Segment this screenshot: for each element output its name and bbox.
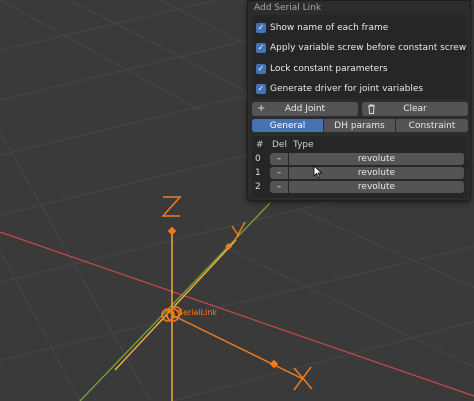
clear-button[interactable]: Clear [362, 102, 468, 116]
option-variable-screw-order[interactable]: ✓ Apply variable screw before constant s… [256, 40, 466, 56]
column-header-index: # [256, 140, 264, 150]
options-group: ✓ Show name of each frame ✓ Apply variab… [252, 15, 468, 99]
serial-link-frame[interactable]: SerialLink [114, 196, 313, 401]
option-label: Apply variable screw before constant scr… [270, 43, 467, 53]
mouse-cursor-icon [313, 165, 323, 179]
joint-type-selector[interactable]: revolute [289, 181, 464, 193]
delete-joint-button[interactable]: – [270, 153, 288, 165]
joint-table: # Del Type 0 – revolute 1 – revolute 2 –… [252, 136, 468, 198]
checkbox-checked-icon[interactable]: ✓ [256, 64, 266, 74]
row-index: 2 [255, 182, 261, 192]
tab-constraint[interactable]: Constraint [396, 119, 468, 132]
column-header-del: Del [272, 140, 287, 150]
object-name-label: SerialLink [178, 308, 217, 317]
panel-title: Add Serial Link [254, 3, 322, 13]
row-index: 1 [255, 168, 261, 178]
checkbox-checked-icon[interactable]: ✓ [256, 23, 266, 33]
option-lock-constant-params[interactable]: ✓ Lock constant parameters [256, 61, 388, 77]
checkbox-checked-icon[interactable]: ✓ [256, 43, 266, 53]
option-label: Lock constant parameters [270, 64, 388, 74]
add-joint-label: Add Joint [284, 104, 326, 114]
add-serial-link-panel: Add Serial Link ✓ Show name of each fram… [247, 0, 471, 201]
frame-x-axis [171, 314, 306, 381]
column-header-type: Type [293, 140, 314, 150]
trash-icon [367, 102, 376, 119]
add-joint-button[interactable]: + Add Joint [252, 102, 358, 116]
x-axis-line [0, 231, 474, 397]
option-label: Generate driver for joint variables [270, 84, 424, 94]
checkbox-checked-icon[interactable]: ✓ [256, 84, 266, 94]
z-axis-handle[interactable] [167, 226, 177, 236]
row-index: 0 [255, 154, 261, 164]
option-show-frame-names[interactable]: ✓ Show name of each frame [256, 20, 388, 36]
option-generate-driver[interactable]: ✓ Generate driver for joint variables [256, 81, 423, 97]
z-axis-glyph [161, 196, 182, 217]
x-axis-glyph [293, 366, 313, 391]
clear-label: Clear [403, 104, 427, 114]
tab-general[interactable]: General [252, 119, 323, 132]
plus-icon: + [257, 103, 266, 114]
frame-y-axis [114, 239, 237, 371]
joint-type-selector[interactable]: revolute [289, 153, 464, 165]
delete-joint-button[interactable]: – [270, 181, 288, 193]
delete-joint-button[interactable]: – [270, 167, 288, 179]
option-label: Show name of each frame [270, 23, 389, 33]
tab-dh-params[interactable]: DH params [324, 119, 395, 132]
